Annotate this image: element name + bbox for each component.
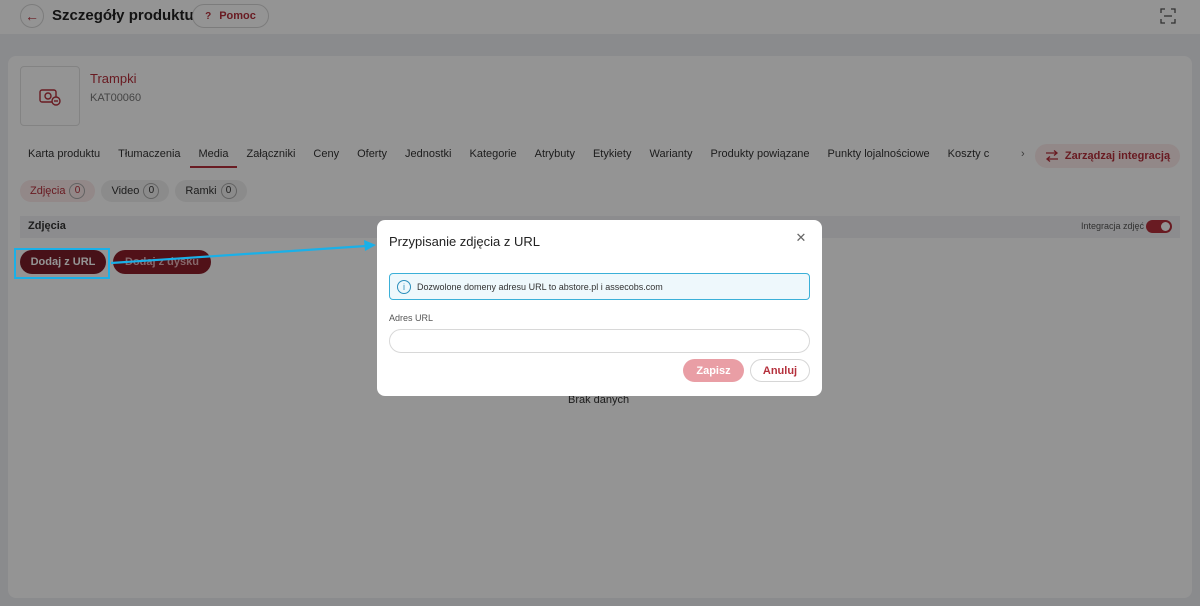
modal-title: Przypisanie zdjęcia z URL <box>389 234 541 249</box>
info-icon: i <box>397 280 411 294</box>
close-icon[interactable]: ✕ <box>794 231 808 245</box>
info-alert: i Dozwolone domeny adresu URL to abstore… <box>389 273 810 300</box>
save-button[interactable]: Zapisz <box>683 359 744 382</box>
highlight-box <box>14 248 110 279</box>
url-image-modal: Przypisanie zdjęcia z URL ✕ i Dozwolone … <box>377 220 822 396</box>
url-field-label: Adres URL <box>389 313 434 323</box>
cancel-button[interactable]: Anuluj <box>750 359 810 382</box>
url-input[interactable] <box>389 329 810 353</box>
info-text: Dozwolone domeny adresu URL to abstore.p… <box>417 282 663 292</box>
